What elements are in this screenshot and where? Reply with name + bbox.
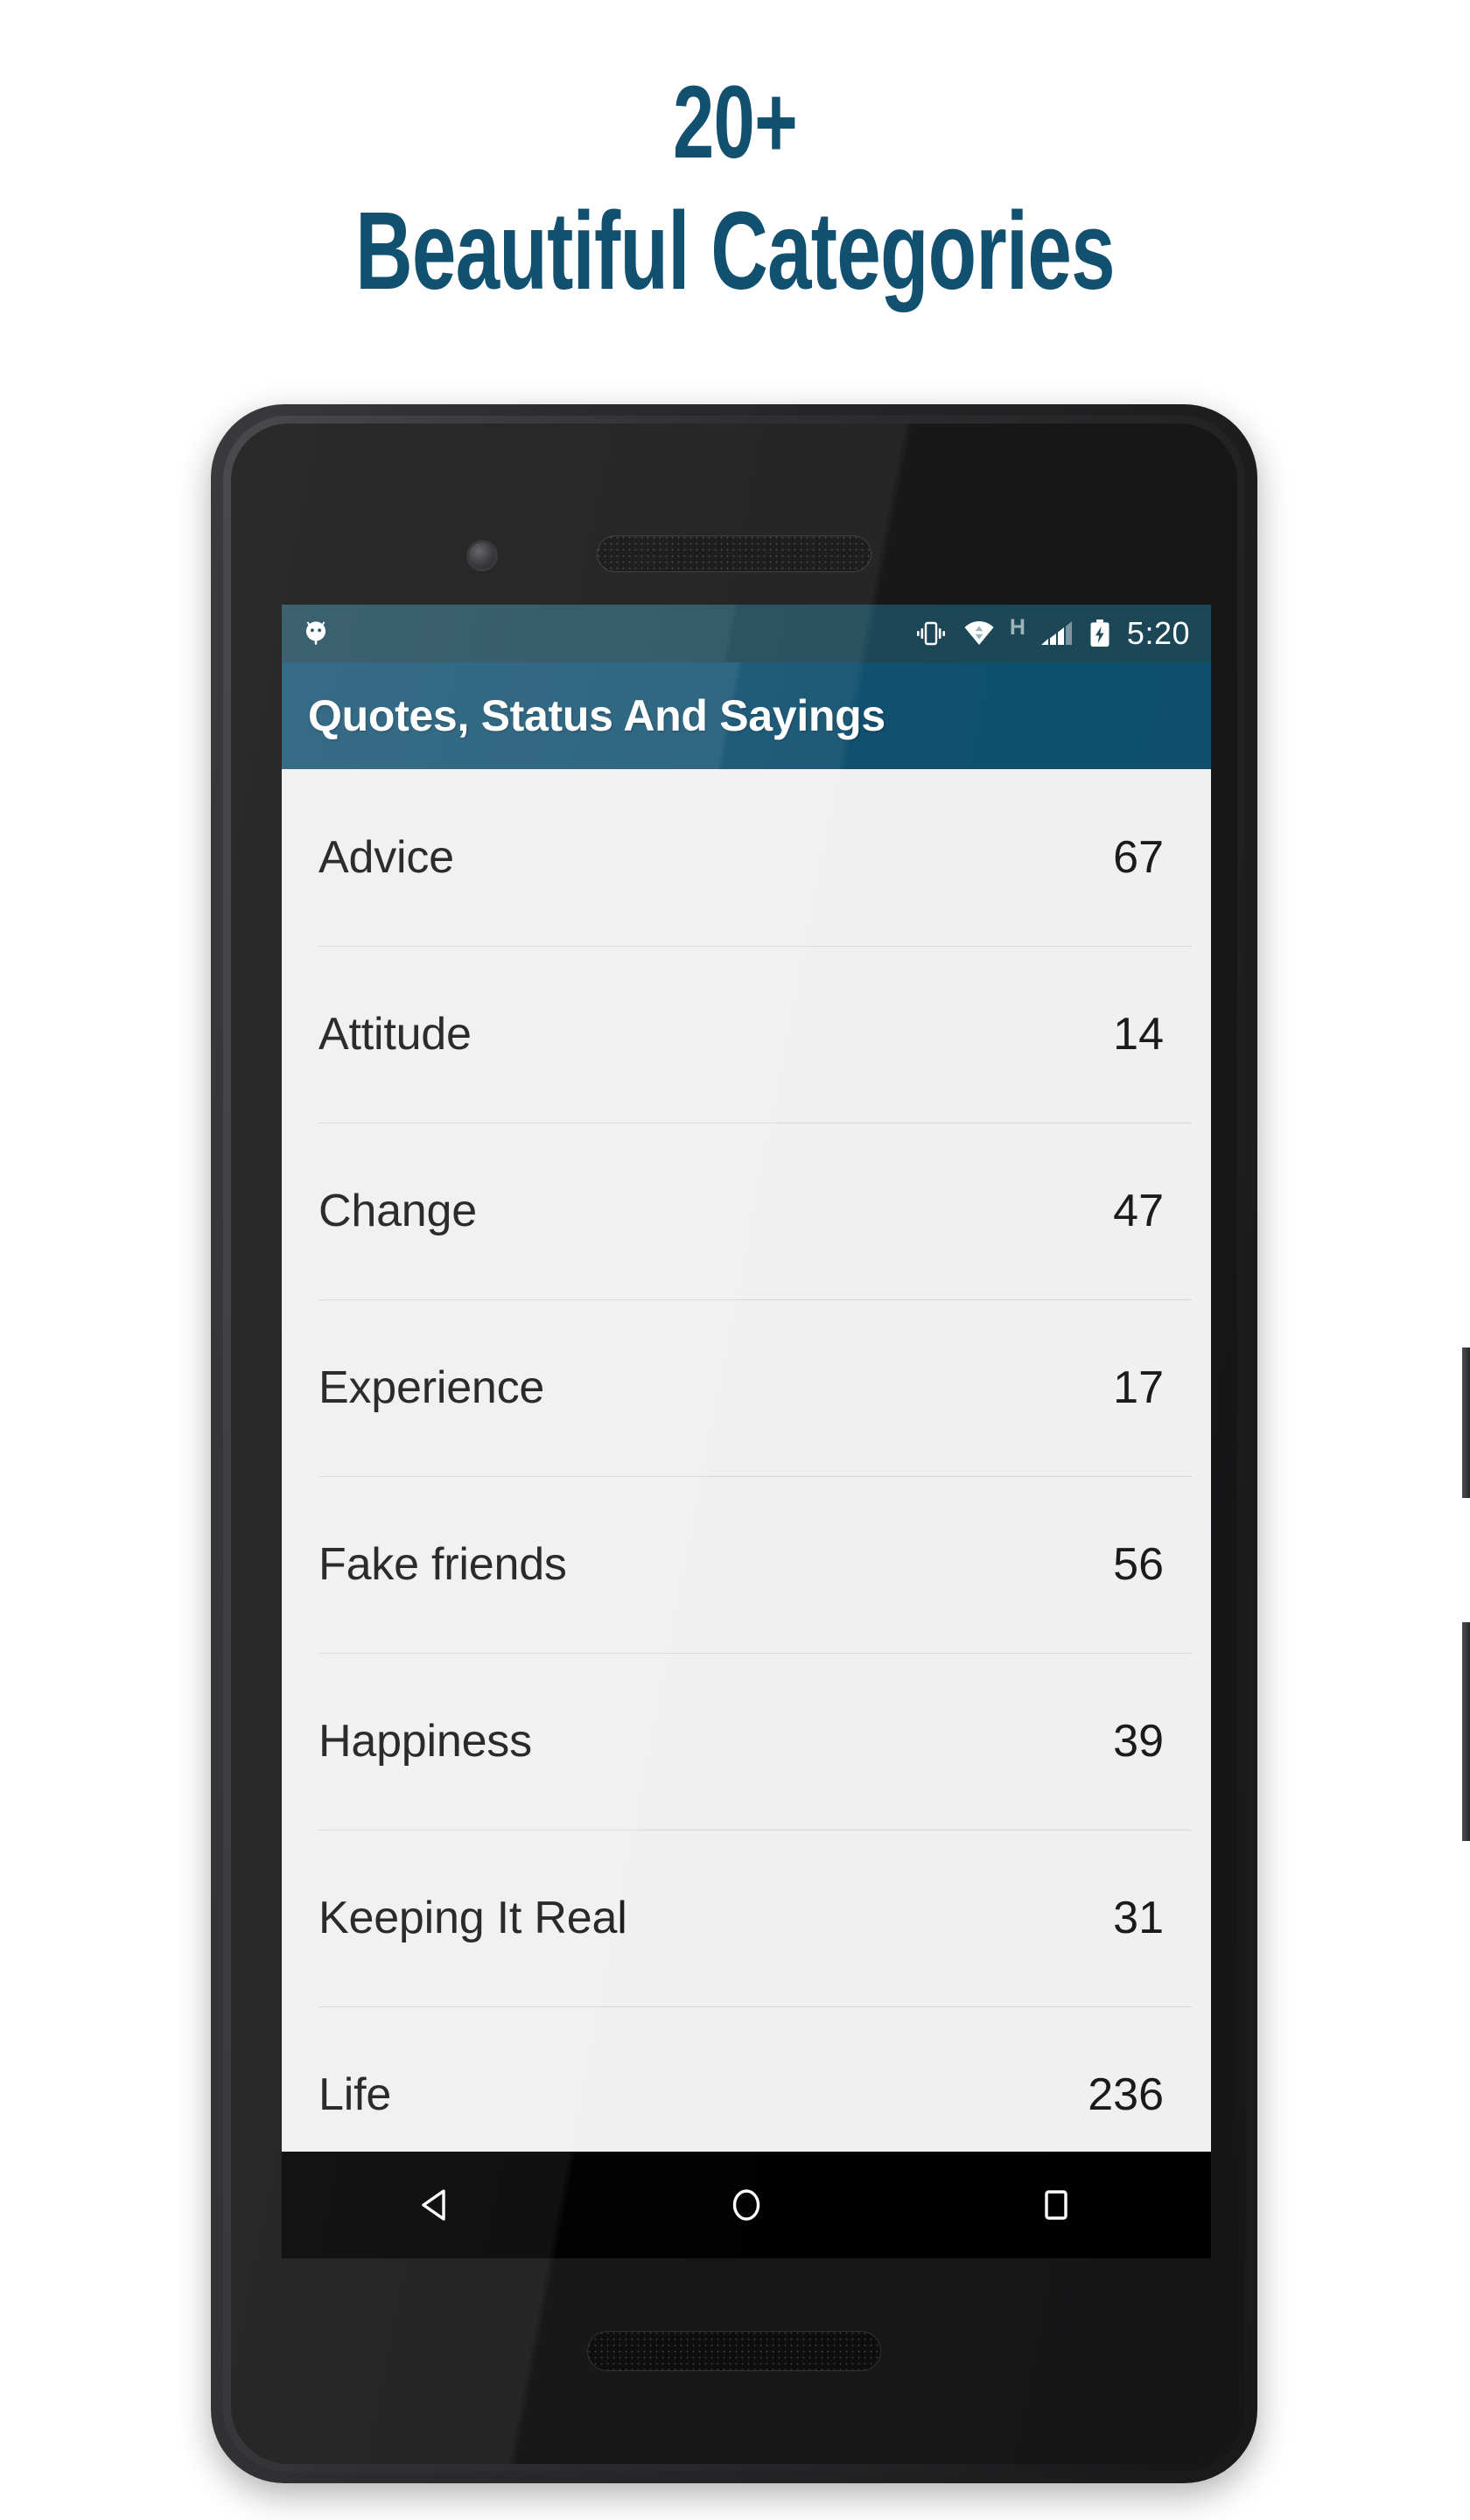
back-button[interactable] — [349, 2152, 524, 2258]
circle-icon — [732, 2189, 760, 2221]
triangle-left-icon — [422, 2189, 445, 2221]
category-name: Fake friends — [318, 1539, 567, 1590]
square-icon — [1045, 2190, 1068, 2220]
category-count: 56 — [1113, 1539, 1164, 1590]
headline-line-1: 20+ — [673, 65, 798, 180]
bottom-speaker-icon — [587, 2331, 881, 2371]
phone-front-glass: H 5:20 Quotes, Status And Sayings Advice… — [231, 424, 1237, 2464]
network-type-h-icon: H — [1009, 614, 1026, 640]
signal-bars-icon — [1040, 621, 1072, 645]
promo-headline: 20+ Beautiful Categories — [0, 68, 1470, 310]
category-name: Keeping It Real — [318, 1893, 627, 1943]
phone-frame-inner: H 5:20 Quotes, Status And Sayings Advice… — [223, 416, 1245, 2472]
earpiece-speaker-icon — [597, 536, 872, 572]
list-item[interactable]: Change 47 — [282, 1123, 1211, 1299]
wifi-data-transfer-icon — [964, 621, 994, 645]
category-count: 236 — [1088, 2069, 1164, 2120]
power-button[interactable] — [1462, 1348, 1470, 1498]
category-name: Experience — [318, 1362, 545, 1413]
category-name: Happiness — [318, 1716, 532, 1767]
battery-charging-icon — [1090, 620, 1110, 647]
list-item[interactable]: Fake friends 56 — [282, 1476, 1211, 1653]
category-count: 67 — [1113, 832, 1164, 883]
headline-line-2: Beautiful Categories — [355, 189, 1116, 312]
category-list[interactable]: Advice 67 Attitude 14 Change 47 Experience 17 Fa… — [282, 769, 1211, 2258]
front-camera-icon — [469, 542, 495, 569]
category-name: Change — [318, 1186, 477, 1236]
category-name: Life — [318, 2069, 392, 2120]
category-count: 17 — [1113, 1362, 1164, 1413]
phone-device-mockup: H 5:20 Quotes, Status And Sayings Advice… — [211, 404, 1470, 2483]
list-item[interactable]: Happiness 39 — [282, 1653, 1211, 1830]
app-bar: Quotes, Status And Sayings — [282, 662, 1211, 769]
page-title: Quotes, Status And Sayings — [308, 691, 886, 740]
category-count: 47 — [1113, 1186, 1164, 1236]
status-bar-icons: H 5:20 — [914, 615, 1190, 652]
phone-screen: H 5:20 Quotes, Status And Sayings Advice… — [282, 605, 1211, 2258]
recents-button[interactable] — [969, 2152, 1144, 2258]
status-bar: H 5:20 — [282, 605, 1211, 662]
status-bar-clock: 5:20 — [1126, 615, 1190, 651]
category-count: 39 — [1113, 1716, 1164, 1767]
list-item[interactable]: Experience 17 — [282, 1299, 1211, 1476]
home-button[interactable] — [659, 2152, 834, 2258]
category-name: Advice — [318, 832, 454, 883]
vibrate-icon — [916, 621, 945, 646]
volume-rocker[interactable] — [1462, 1622, 1470, 1841]
list-item[interactable]: Keeping It Real 31 — [282, 1830, 1211, 2006]
category-name: Attitude — [318, 1009, 472, 1060]
list-item[interactable]: Advice 67 — [282, 769, 1211, 946]
category-count: 31 — [1113, 1893, 1164, 1943]
android-robot-icon — [305, 621, 326, 645]
navigation-bar — [282, 2152, 1211, 2258]
category-count: 14 — [1113, 1009, 1164, 1060]
list-item[interactable]: Attitude 14 — [282, 946, 1211, 1123]
